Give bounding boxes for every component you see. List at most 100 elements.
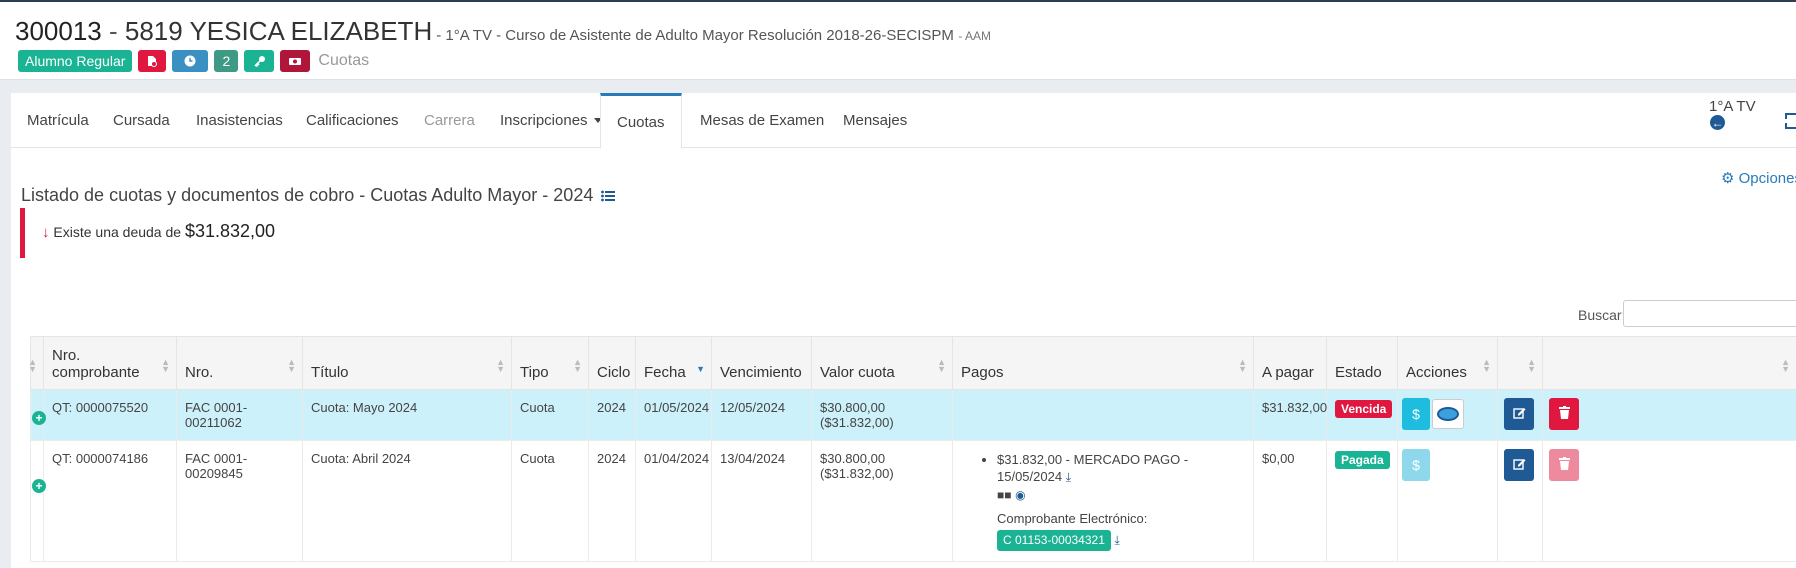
cell-delete — [1542, 389, 1796, 441]
column-header[interactable]: Vencimiento — [711, 336, 812, 390]
sort-icon: ▲ ▼ — [1781, 357, 1790, 374]
tab-inscripciones-label: Inscripciones — [500, 112, 588, 129]
plus-circle-icon[interactable]: + — [32, 411, 46, 425]
column-header[interactable]: Estado — [1326, 336, 1398, 390]
tab-mesas-de-examen[interactable]: Mesas de Examen — [684, 93, 840, 148]
cell-tipo: Cuota — [511, 440, 589, 562]
sort-icon: ▲ ▼ — [287, 357, 296, 374]
delete-button — [1549, 449, 1579, 481]
key-icon[interactable] — [244, 50, 275, 72]
tab-carrera: Carrera — [424, 112, 475, 129]
cuotas-table: ▲ ▼ Nro. comprobante ▲ ▼ Nro. ▲ ▼ Título ▲ ▼ Ti… — [28, 336, 1796, 562]
column-header-label: Estado — [1335, 364, 1382, 381]
sort-icon: ▲ ▼ — [496, 357, 505, 374]
plus-circle-icon[interactable]: + — [32, 479, 46, 493]
column-header-edit[interactable]: ▲ ▼ — [1497, 336, 1543, 390]
download-icon[interactable]: ⤓ — [1115, 533, 1120, 547]
comprobante-badge[interactable]: C 01153-00034321 — [997, 530, 1111, 551]
status-badge: Vencida — [1335, 400, 1393, 418]
student-id: 300013 — [15, 16, 102, 46]
tab-cuotas[interactable]: Cuotas — [600, 93, 682, 149]
back-arrow-icon[interactable]: ← — [1710, 115, 1725, 130]
sort-icon: ▲ ▼ — [937, 357, 946, 374]
arrow-down-icon: ↓ — [42, 224, 50, 241]
list-title-text: Listado de cuotas y documentos de cobro … — [21, 185, 594, 205]
table-row[interactable]: + QT: 0000074186 FAC 0001-00209845 Cuota… — [30, 440, 1796, 562]
cell-comprobante: QT: 0000075520 — [43, 389, 177, 441]
clock-icon[interactable] — [172, 50, 209, 72]
cell-comprobante: QT: 0000074186 — [43, 440, 177, 562]
sort-icon: ▲ ▼ — [573, 357, 582, 374]
comments-icon[interactable]: ■■ — [997, 488, 1012, 502]
course-short: 1°A TV — [1709, 98, 1756, 115]
column-header[interactable]: Nro. ▲ ▼ — [176, 336, 303, 390]
search-input[interactable] — [1623, 300, 1796, 327]
tab-calificaciones[interactable]: Calificaciones — [290, 93, 415, 148]
status-badges: Alumno Regular 2 Cuotas — [18, 50, 369, 72]
tab-cursada[interactable]: Cursada — [97, 93, 186, 148]
column-header[interactable]: Valor cuota ▲ ▼ — [811, 336, 953, 390]
page-title: 300013 - 5819 YESICA ELIZABETH - 1°A TV -… — [15, 16, 991, 47]
cell-fecha: 01/05/2024 — [635, 389, 712, 441]
cell-edit — [1497, 389, 1543, 441]
delete-button[interactable] — [1549, 398, 1579, 430]
column-header-label: Valor cuota — [820, 364, 895, 381]
column-header[interactable]: Fecha ▼ — [635, 336, 712, 390]
tab-matricula[interactable]: Matrícula — [11, 93, 105, 148]
student-header: 300013 - 5819 YESICA ELIZABETH - 1°A TV -… — [0, 2, 1796, 80]
money-icon[interactable] — [280, 50, 311, 72]
column-header-label: A pagar — [1262, 364, 1314, 381]
table-row[interactable]: + QT: 0000075520 FAC 0001-00211062 Cuota… — [30, 389, 1796, 441]
cell-pagos: $31.832,00 - MERCADO PAGO - 15/05/2024 ⤓… — [952, 440, 1254, 562]
column-header-label: Tipo — [520, 364, 549, 381]
cell-estado: Pagada — [1326, 440, 1398, 562]
expand-cell[interactable]: + — [30, 440, 46, 562]
column-header[interactable]: Nro. comprobante ▲ ▼ — [43, 336, 177, 390]
column-header[interactable]: Ciclo — [588, 336, 636, 390]
column-header[interactable]: A pagar — [1253, 336, 1327, 390]
column-header-expand[interactable]: ▲ ▼ — [28, 336, 44, 390]
column-header-delete[interactable]: ▲ ▼ — [1542, 336, 1796, 390]
cell-a-pagar: $0,00 — [1253, 440, 1327, 562]
list-item: $31.832,00 - MERCADO PAGO - 15/05/2024 ⤓… — [997, 451, 1245, 551]
sort-icon: ▲ ▼ — [1482, 357, 1491, 374]
edit-button[interactable] — [1504, 398, 1534, 430]
list-icon[interactable] — [601, 186, 616, 207]
pay-button[interactable]: $ — [1402, 398, 1430, 430]
tab-mensajes[interactable]: Mensajes — [827, 93, 923, 148]
cell-a-pagar: $31.832,00 — [1253, 389, 1327, 441]
cell-tipo: Cuota — [511, 389, 589, 441]
opciones-button[interactable]: ⚙ Opciones — [1721, 169, 1796, 187]
count-badge[interactable]: 2 — [214, 50, 239, 72]
mercado-pago-icon — [1437, 407, 1459, 421]
title-separator: - — [101, 16, 125, 46]
expand-icon[interactable] — [1785, 113, 1796, 129]
column-header-label: Ciclo — [597, 364, 631, 381]
column-header[interactable]: Tipo ▲ ▼ — [511, 336, 589, 390]
breadcrumb: Cuotas — [318, 52, 370, 69]
cell-titulo: Cuota: Abril 2024 — [302, 440, 512, 562]
column-header[interactable]: Título ▲ ▼ — [302, 336, 512, 390]
tab-inasistencias[interactable]: Inasistencias — [180, 93, 299, 148]
mercado-pago-button[interactable] — [1432, 399, 1464, 429]
comprobante-label: Comprobante Electrónico: — [997, 511, 1148, 526]
column-header[interactable]: Acciones ▲ ▼ — [1397, 336, 1498, 390]
cell-valor: $30.800,00 ($31.832,00) — [811, 440, 953, 562]
status-badge[interactable]: Alumno Regular — [18, 50, 133, 72]
download-icon[interactable]: ⤓ — [1066, 470, 1071, 484]
tab-inscripciones[interactable]: Inscripciones — [484, 93, 618, 148]
column-header-label: Acciones — [1406, 364, 1467, 381]
column-header-label: Fecha — [644, 364, 686, 381]
document-icon[interactable] — [138, 50, 167, 72]
sort-icon: ▲ ▼ — [28, 357, 37, 374]
column-header[interactable]: Pagos ▲ ▼ — [952, 336, 1254, 390]
debt-alert-text: ↓ Existe una deuda de $31.832,00 — [42, 221, 275, 242]
debt-alert: ↓ Existe una deuda de $31.832,00 — [20, 208, 320, 258]
sort-icon: ▲ ▼ — [161, 357, 170, 374]
student-name: 5819 YESICA ELIZABETH — [124, 16, 433, 46]
sort-icon: ▲ ▼ — [1238, 357, 1247, 374]
edit-button[interactable] — [1504, 449, 1534, 481]
search-label: Buscar: — [1578, 307, 1626, 323]
cell-ciclo: 2024 — [588, 389, 636, 441]
expand-cell[interactable]: + — [30, 389, 46, 441]
